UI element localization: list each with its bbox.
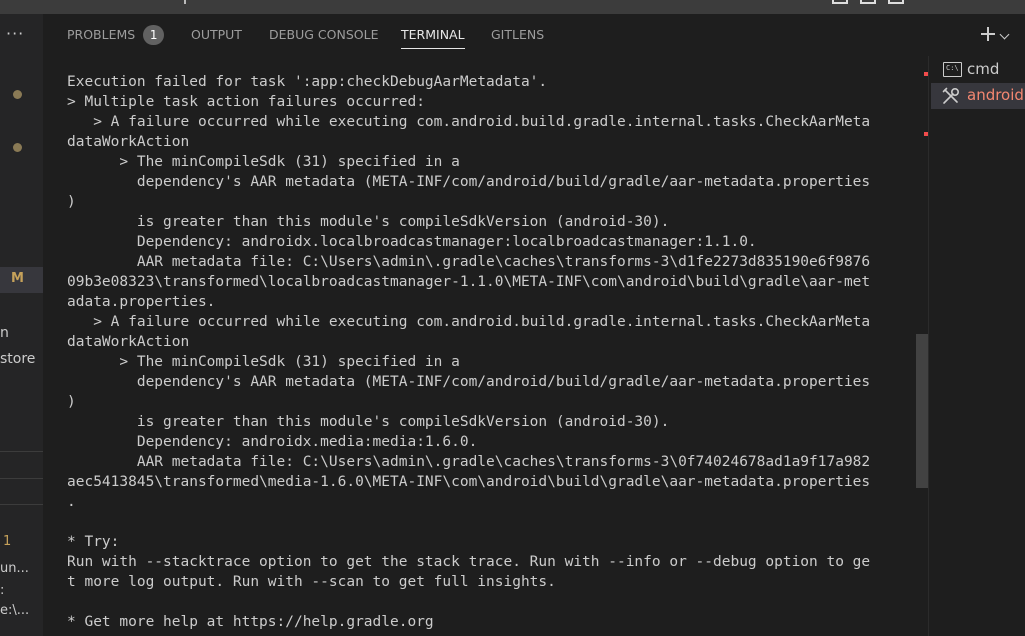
tab-output[interactable]: OUTPUT: [191, 14, 242, 56]
modified-dot-icon: [13, 143, 22, 152]
more-actions-icon[interactable]: ···: [6, 24, 24, 43]
divider: [0, 504, 43, 505]
sidebar-text: :: [0, 583, 5, 598]
panel-tab-bar: PROBLEMS 1 OUTPUT DEBUG CONSOLE TERMINAL …: [43, 14, 1025, 56]
problems-count-badge: 1: [143, 24, 165, 45]
terminal-line: > A failure occurred while executing com…: [67, 314, 871, 330]
terminal-line: * Try:: [67, 534, 120, 550]
tab-problems[interactable]: PROBLEMS 1: [67, 14, 165, 56]
tab-debug-console[interactable]: DEBUG CONSOLE: [269, 14, 378, 56]
modified-dot-icon: [13, 90, 22, 99]
terminal-cmd-icon: C:\: [943, 62, 962, 77]
terminal-line: dataWorkAction: [67, 334, 190, 350]
terminal-line: Execution failed for task ':app:checkDeb…: [67, 74, 548, 90]
terminal-line: is greater than this module's compileSdk…: [67, 414, 670, 430]
terminal-line: AAR metadata file: C:\Users\admin\.gradl…: [67, 454, 871, 470]
terminal-line: Dependency: androidx.localbroadcastmanag…: [67, 234, 757, 250]
window-button-icon[interactable]: [860, 0, 876, 4]
terminal-instance-label: cmd: [967, 60, 1000, 78]
terminal-line: dependency's AAR metadata (META-INF/com/…: [67, 374, 871, 390]
side-bar: ··· M n store 1 un... : e:\...: [0, 14, 43, 636]
terminal-line: .: [67, 494, 76, 510]
new-terminal-plus-icon[interactable]: [978, 23, 998, 45]
scrollbar-thumb[interactable]: [916, 334, 928, 488]
terminal-line: Dependency: androidx.media:media:1.6.0.: [67, 434, 478, 450]
count-badge: 1: [3, 534, 12, 549]
terminal-line: is greater than this module's compileSdk…: [67, 214, 670, 230]
tab-gitlens[interactable]: GITLENS: [491, 14, 544, 56]
sidebar-text[interactable]: un...: [0, 561, 29, 576]
tab-label: OUTPUT: [191, 27, 242, 42]
terminal-line: adata.properties.: [67, 294, 216, 310]
title-fragment: [178, 0, 186, 4]
terminal-scrollbar[interactable]: [916, 56, 928, 636]
modified-badge: M: [11, 271, 24, 286]
terminal-line: AAR metadata file: C:\Users\admin\.gradl…: [67, 254, 871, 270]
terminal-line: aec5413845\transformed\media-1.6.0\META-…: [67, 474, 871, 490]
terminal-line: 09b3e08323\transformed\localbroadcastman…: [67, 274, 871, 290]
terminal-line: * Get more help at https://help.gradle.o…: [67, 614, 434, 630]
tab-label: DEBUG CONSOLE: [269, 27, 379, 42]
tab-label: TERMINAL: [401, 27, 465, 42]
terminal-line: dependency's AAR metadata (META-INF/com/…: [67, 174, 871, 190]
chevron-down-icon[interactable]: [999, 29, 1010, 40]
window-button-icon[interactable]: [888, 0, 904, 4]
sidebar-text: n: [0, 325, 9, 341]
terminal-instance-list: C:\ cmd android: [928, 56, 1025, 636]
terminal-instance-label: android: [967, 86, 1024, 104]
window-button-icon[interactable]: [832, 0, 848, 4]
sidebar-selected-row[interactable]: M: [0, 267, 43, 293]
terminal-line: dataWorkAction: [67, 134, 190, 150]
terminal-line: > The minCompileSdk (31) specified in a: [67, 354, 460, 370]
sidebar-text: e:\...: [0, 603, 30, 618]
terminal-output[interactable]: Execution failed for task ':app:checkDeb…: [67, 72, 907, 636]
terminal-instance-cmd[interactable]: C:\ cmd: [931, 57, 1025, 83]
terminal-line: > A failure occurred while executing com…: [67, 114, 871, 130]
tools-icon: [942, 87, 960, 104]
title-bar: [0, 0, 1025, 14]
terminal-line: t more log output. Run with --scan to ge…: [67, 574, 556, 590]
terminal-line: Run with --stacktrace option to get the …: [67, 554, 871, 570]
tab-terminal[interactable]: TERMINAL: [401, 14, 465, 56]
tab-label: GITLENS: [491, 27, 545, 42]
sidebar-text: store: [0, 351, 36, 367]
terminal-line: > Multiple task action failures occurred…: [67, 94, 425, 110]
divider: [0, 478, 43, 479]
terminal-instance-android[interactable]: android: [931, 83, 1025, 109]
terminal-line: ): [67, 394, 76, 410]
terminal-line: > The minCompileSdk (31) specified in a: [67, 154, 460, 170]
terminal-line: ): [67, 194, 76, 210]
tab-label: PROBLEMS: [67, 27, 136, 42]
divider: [0, 451, 43, 452]
